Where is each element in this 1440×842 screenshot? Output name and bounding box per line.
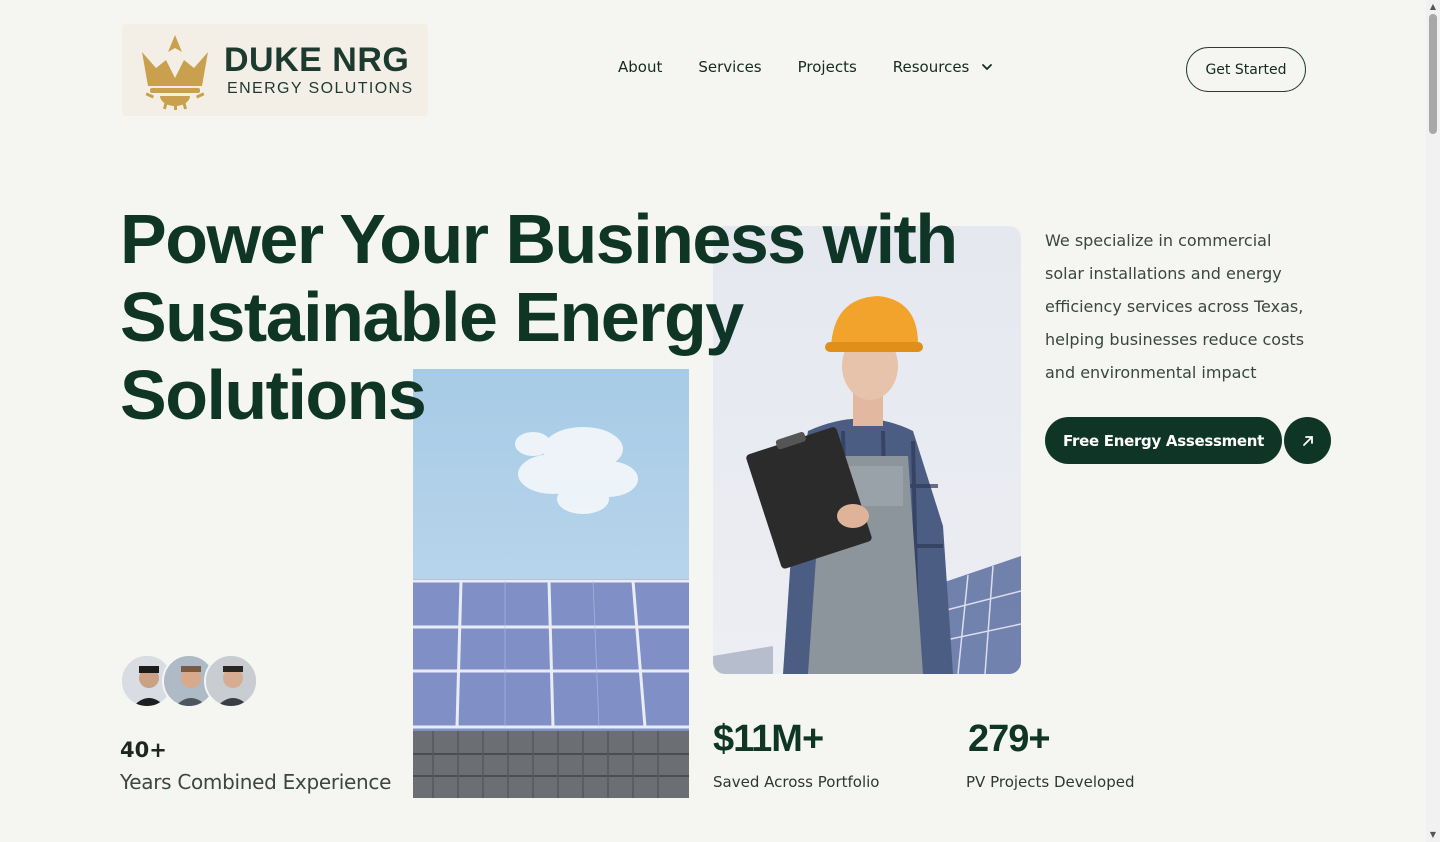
scroll-down-icon[interactable]: ▼ <box>1428 830 1438 840</box>
nav-services-label: Services <box>698 58 762 76</box>
nav-projects-label: Projects <box>797 58 857 76</box>
saved-value: $11M+ <box>713 718 824 760</box>
hero-title: Power Your Business with Sustainable Ene… <box>120 200 1000 434</box>
crown-icon <box>142 35 208 110</box>
cta-arrow-button[interactable] <box>1284 417 1332 464</box>
brand-name: DUKE NRG <box>224 41 410 79</box>
scroll-up-icon[interactable]: ▲ <box>1428 2 1438 12</box>
chevron-down-icon <box>982 64 993 71</box>
hero-title-line-1: Power Your Business with <box>120 200 958 278</box>
nav-resources-label: Resources <box>892 58 970 76</box>
saved-label: Saved Across Portfolio <box>713 773 880 791</box>
nav-about-label: About <box>618 58 663 76</box>
logo[interactable]: DUKE NRG ENERGY SOLUTIONS <box>122 24 428 116</box>
main-nav: About Services Projects Resources <box>618 58 993 76</box>
experience-value: 40+ <box>120 738 167 762</box>
page-scrollbar[interactable]: ▲ ▼ <box>1426 0 1440 842</box>
arrow-up-right-icon <box>1302 435 1313 446</box>
get-started-button[interactable]: Get Started <box>1186 47 1306 92</box>
brand-tagline: ENERGY SOLUTIONS <box>227 80 414 97</box>
experience-label: Years Combined Experience <box>120 770 392 794</box>
nav-about[interactable]: About <box>618 58 662 76</box>
assessment-cta: Free Energy Assessment <box>1045 417 1332 464</box>
free-assessment-button[interactable]: Free Energy Assessment <box>1045 417 1283 464</box>
hero-description: We specialize in commercial solar instal… <box>1045 231 1305 382</box>
projects-value: 279+ <box>968 718 1051 760</box>
hero-title-line-3: Solutions <box>120 356 427 434</box>
projects-label: PV Projects Developed <box>966 773 1135 791</box>
nav-services[interactable]: Services <box>698 58 761 76</box>
nav-resources[interactable]: Resources <box>893 58 994 76</box>
team-avatars <box>120 654 258 708</box>
avatar <box>204 654 258 708</box>
nav-projects[interactable]: Projects <box>798 58 857 76</box>
hero-title-line-2: Sustainable Energy <box>120 278 744 356</box>
scroll-thumb[interactable] <box>1429 14 1437 134</box>
